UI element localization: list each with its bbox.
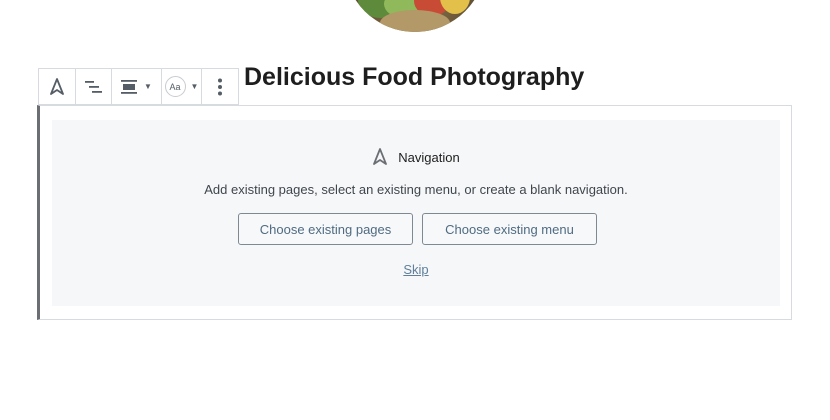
chevron-down-icon: ▼ [144, 82, 152, 91]
navigation-placeholder: Navigation Add existing pages, select an… [52, 120, 780, 306]
text-size-dropdown[interactable]: Aa ▼ [162, 69, 202, 104]
site-logo-image [344, 0, 486, 32]
navigation-block-button[interactable] [39, 69, 76, 104]
placeholder-label: Navigation [398, 149, 460, 165]
choose-existing-pages-button[interactable]: Choose existing pages [238, 213, 413, 245]
justify-center-icon [121, 79, 138, 94]
list-view-icon [84, 80, 102, 93]
choose-existing-menu-button[interactable]: Choose existing menu [422, 213, 597, 245]
placeholder-actions: Choose existing pages Choose existing me… [238, 213, 597, 245]
site-title[interactable]: Delicious Food Photography [244, 60, 584, 94]
navigation-icon [373, 148, 388, 165]
skip-link[interactable]: Skip [52, 262, 780, 277]
text-size-icon: Aa [164, 76, 186, 97]
more-options-button[interactable] [202, 69, 238, 104]
list-view-button[interactable] [76, 69, 112, 104]
more-options-icon [218, 78, 222, 95]
placeholder-header: Navigation [52, 148, 780, 166]
navigation-block[interactable]: Navigation Add existing pages, select an… [37, 105, 792, 320]
navigation-block-icon [50, 77, 64, 95]
chevron-down-icon: ▼ [190, 82, 199, 91]
justification-dropdown[interactable]: ▼ [112, 69, 162, 104]
placeholder-description: Add existing pages, select an existing m… [204, 182, 628, 197]
block-toolbar: ▼ Aa ▼ [38, 68, 239, 105]
